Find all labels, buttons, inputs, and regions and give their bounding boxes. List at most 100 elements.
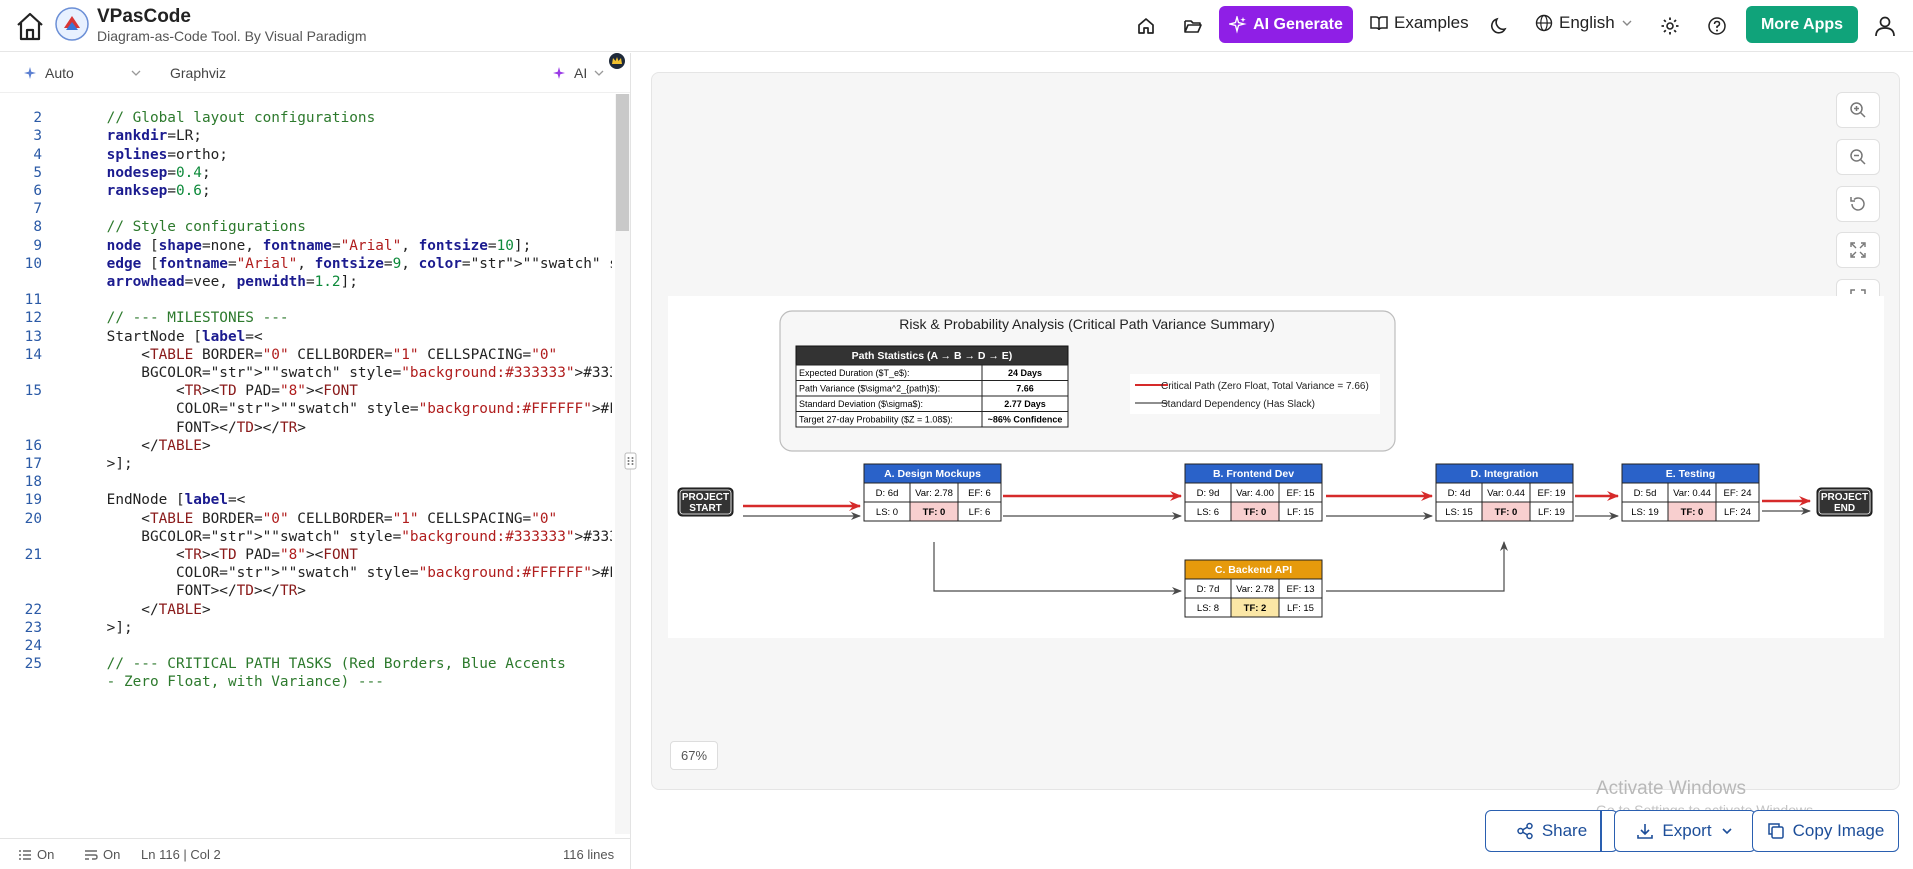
ai-generate-button[interactable]: AI Generate (1219, 6, 1353, 43)
code-text: // Style configurations (72, 219, 306, 236)
line-number: 21 (24, 547, 42, 563)
task-value: LS: 6 (1197, 507, 1219, 518)
minimap-toggle[interactable]: On (84, 847, 120, 862)
language-selector[interactable]: English (1535, 13, 1633, 33)
help-question-icon[interactable] (1703, 12, 1731, 40)
path-statistics-table: Path Statistics (A → B → D → E) Expected… (795, 345, 1069, 428)
line-wrap-state: On (37, 847, 55, 862)
mode-selector[interactable]: Auto (24, 65, 142, 81)
code-text: FONT></TD></TR> (72, 419, 306, 436)
settings-gear-icon[interactable] (1656, 12, 1684, 40)
ai-generate-label: AI Generate (1253, 15, 1343, 33)
task-value: EF: 15 (1287, 488, 1315, 499)
editor-status-bar: On On Ln 116 | Col 2 116 lines (0, 838, 630, 869)
project-start-node: PROJECT START (677, 487, 734, 517)
ai-assist-selector[interactable]: AI (553, 65, 605, 81)
line-number: 18 (24, 474, 42, 491)
task-value: LS: 0 (876, 507, 898, 518)
code-text: edge [fontname="Arial", fontsize=9, colo… (106, 255, 612, 272)
code-text: - Zero Float, with Variance) --- (72, 674, 384, 691)
ai-assist-label: AI (574, 65, 588, 81)
zoom-out-icon[interactable] (1836, 139, 1880, 175)
line-number: 9 (33, 237, 42, 254)
task-value: Var: 0.44 (1673, 488, 1711, 499)
dark-mode-moon-icon[interactable] (1486, 12, 1514, 40)
task-name: C. Backend API (1215, 564, 1292, 576)
book-open-icon (1370, 16, 1388, 31)
edge-a-c (933, 542, 1182, 595)
stats-label: Expected Duration ($T_e$): (799, 368, 910, 378)
code-text: <TR><TD PAD="8"><FONT (72, 383, 358, 400)
copy-icon (1767, 823, 1784, 839)
premium-crown-icon (609, 53, 625, 69)
copy-image-button[interactable]: Copy Image (1752, 810, 1899, 852)
task-value: TF: 0 (1495, 507, 1518, 518)
line-number: 15 (24, 383, 42, 400)
share-label: Share (1541, 821, 1588, 840)
summary-title: Risk & Probability Analysis (Critical Pa… (899, 316, 1275, 332)
stats-header: Path Statistics (A → B → D → E) (852, 350, 1013, 362)
code-text: >]; (72, 456, 133, 472)
line-number: 25 (24, 656, 42, 673)
edge-c-d (1326, 541, 1508, 592)
code-text: rankdir=LR; (106, 128, 202, 145)
total-lines: 116 lines (563, 847, 615, 862)
stats-value: 2.77 Days (1004, 399, 1046, 409)
editor-toolbar: Auto Graphviz AI (0, 53, 630, 93)
wrap-text-icon (85, 849, 98, 860)
editor-scrollbar-thumb[interactable] (616, 94, 629, 231)
split-drag-handle-icon[interactable] (624, 452, 637, 470)
more-apps-button[interactable]: More Apps (1746, 6, 1858, 43)
code-text: // --- MILESTONES --- (72, 310, 289, 327)
fit-to-screen-icon[interactable] (1836, 232, 1880, 268)
stats-label: Target 27-day Probability ($Z = 1.08$): (799, 415, 953, 425)
code-text: node [shape=none, fontname="Arial", font… (106, 237, 532, 254)
export-button[interactable]: Export (1614, 810, 1756, 852)
examples-link[interactable]: Examples (1370, 13, 1469, 33)
vpascode-logo-icon (54, 6, 90, 42)
code-text: COLOR="str">""swatch" style="background:… (72, 565, 612, 582)
line-number: 8 (33, 219, 42, 236)
stats-value: 7.66 (1016, 384, 1034, 394)
code-text: ranksep=0.6; (106, 183, 211, 199)
line-number: 16 (24, 437, 42, 454)
legend-critical-label: Critical Path (Zero Float, Total Varianc… (1161, 381, 1369, 392)
pert-diagram: Risk & Probability Analysis (Critical Pa… (668, 296, 1884, 638)
task-value: EF: 24 (1724, 488, 1752, 499)
windows-watermark-title: Activate Windows (1596, 778, 1746, 799)
share-button[interactable]: Share (1485, 810, 1618, 852)
end-label-1: PROJECT (1821, 492, 1868, 503)
code-line[interactable]: - Zero Float, with Variance) --- (0, 674, 612, 696)
code-text: BGCOLOR="str">""swatch" style="backgroun… (72, 528, 612, 545)
app-name: VPasCode (97, 6, 191, 27)
line-number: 10 (24, 255, 42, 272)
line-number: 14 (24, 346, 42, 363)
line-number: 7 (33, 201, 42, 218)
reset-view-icon[interactable] (1836, 186, 1880, 222)
task-value: LF: 15 (1287, 507, 1314, 518)
home-icon[interactable] (12, 8, 48, 44)
legend-standard-label: Standard Dependency (Has Slack) (1161, 399, 1315, 410)
home-nav-icon[interactable] (1132, 12, 1160, 40)
zoom-level[interactable]: 67% (670, 741, 718, 770)
code-text: // --- CRITICAL PATH TASKS (Red Borders,… (72, 656, 566, 673)
line-number: 23 (24, 619, 42, 636)
line-number: 11 (24, 292, 42, 309)
code-editor[interactable]: 1digraph RiskAnalysisPERT {2 // Global l… (0, 110, 612, 835)
start-label-2: START (689, 503, 722, 514)
task-value: Var: 4.00 (1236, 488, 1274, 499)
zoom-in-icon[interactable] (1836, 92, 1880, 128)
line-wrap-toggle[interactable]: On (18, 847, 54, 862)
line-number: 4 (33, 146, 42, 163)
copy-image-label: Copy Image (1792, 821, 1885, 840)
user-account-icon[interactable] (1871, 12, 1899, 40)
cursor-position: Ln 116 | Col 2 (141, 847, 221, 862)
language-tab-graphviz[interactable]: Graphviz (170, 65, 226, 81)
folder-open-icon[interactable] (1179, 12, 1207, 40)
task-value: LF: 6 (969, 507, 991, 518)
code-text: StartNode [label=< (72, 328, 263, 345)
examples-label: Examples (1394, 13, 1469, 32)
end-label-2: END (1834, 503, 1855, 514)
task-value: Var: 2.78 (915, 488, 953, 499)
line-number: 17 (24, 456, 42, 472)
